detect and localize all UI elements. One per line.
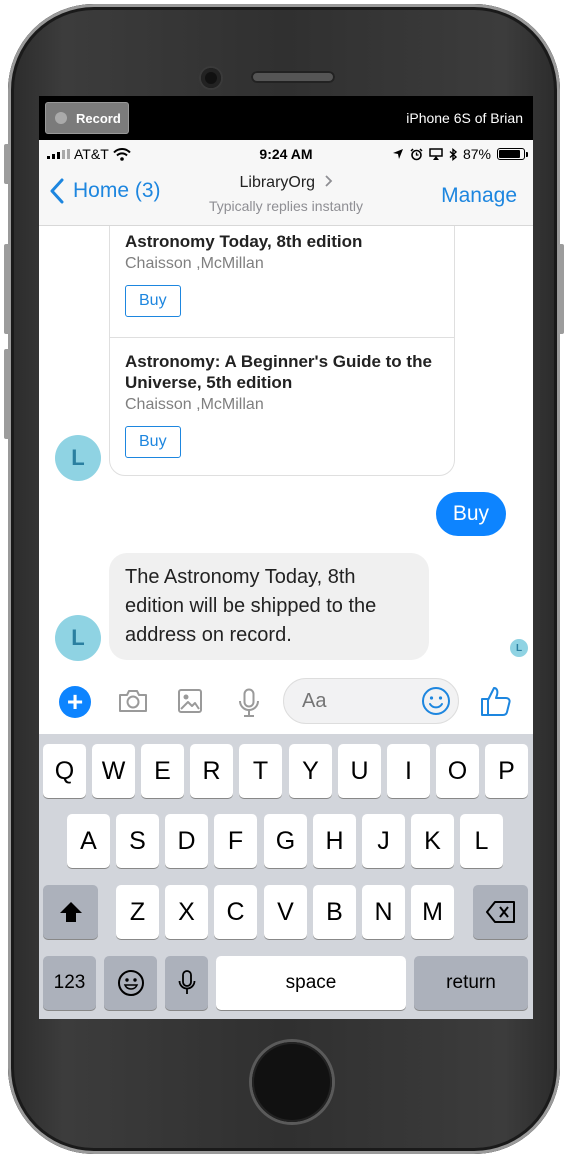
book-card: Astronomy Today, 8th edition Chaisson ,M… [110,231,454,317]
key-u[interactable]: U [338,744,381,798]
record-button[interactable]: Record [45,102,129,134]
mute-switch [4,144,10,184]
book-authors: Chaisson ,McMillan [125,255,264,272]
outgoing-message[interactable]: Buy [435,492,506,536]
earpiece-speaker [251,71,335,83]
thumbs-up-icon[interactable] [479,684,513,718]
key-t[interactable]: T [239,744,282,798]
key-w[interactable]: W [92,744,135,798]
microphone-icon[interactable] [237,688,261,718]
incoming-message[interactable]: The Astronomy Today, 8th edition will be… [109,553,429,660]
battery-icon [497,148,528,160]
camera-icon[interactable] [117,688,149,714]
battery-level [499,150,520,158]
home-button[interactable] [252,1042,332,1122]
avatar[interactable]: L [55,615,101,661]
key-n[interactable]: N [362,885,405,939]
power-button [558,244,564,334]
page-title: LibraryOrg [239,174,316,191]
key-k[interactable]: K [411,814,454,868]
seen-indicator: L [509,638,529,658]
buy-button[interactable]: Buy [125,426,181,458]
photo-icon[interactable] [177,688,203,714]
chevron-right-icon [324,175,332,187]
key-i[interactable]: I [387,744,430,798]
return-key[interactable]: return [414,956,528,1010]
emoji-icon [117,970,144,996]
airplay-icon [429,148,443,160]
record-label: Record [76,110,121,126]
avatar[interactable]: L [55,435,101,481]
shift-key[interactable] [43,885,98,939]
alarm-icon [410,147,423,160]
keyboard: Q W E R T Y U I O P A S D F G H J K L Z … [39,734,533,1019]
volume-down-button [4,349,10,439]
card-divider [110,337,454,338]
key-h[interactable]: H [313,814,356,868]
key-r[interactable]: R [190,744,233,798]
key-f[interactable]: F [214,814,257,868]
key-b[interactable]: B [313,885,356,939]
key-m[interactable]: M [411,885,454,939]
book-title: Astronomy Today, 8th edition [125,232,363,251]
key-g[interactable]: G [264,814,307,868]
key-v[interactable]: V [264,885,307,939]
emoji-key[interactable] [104,956,157,1010]
phone-screen: Record iPhone 6S of Brian AT&T 9:24 AM 8… [39,96,533,1019]
key-l[interactable]: L [460,814,503,868]
key-q[interactable]: Q [43,744,86,798]
message-composer: + [39,674,533,734]
space-key[interactable]: space [216,956,406,1010]
conversation-header: Home (3) LibraryOrg Typically replies in… [39,168,533,226]
plus-icon[interactable]: + [59,686,91,718]
status-bar: AT&T 9:24 AM 87% [39,140,533,168]
key-y[interactable]: Y [289,744,332,798]
numbers-key[interactable]: 123 [43,956,96,1010]
front-camera [201,68,221,88]
location-arrow-icon [392,149,403,159]
microphone-icon [178,970,195,994]
record-dot-icon [55,112,67,124]
bluetooth-icon [449,147,457,161]
key-e[interactable]: E [141,744,184,798]
key-z[interactable]: Z [116,885,159,939]
manage-button[interactable]: Manage [441,184,517,208]
delete-key[interactable] [473,885,528,939]
device-name: iPhone 6S of Brian [406,110,523,126]
message-thread[interactable]: Astronomy Today, 8th edition Chaisson ,M… [39,226,533,674]
key-x[interactable]: X [165,885,208,939]
recording-bar: Record iPhone 6S of Brian [39,96,533,140]
book-title: Astronomy: A Beginner's Guide to the Uni… [125,352,432,392]
book-carousel-card: Astronomy Today, 8th edition Chaisson ,M… [109,226,455,476]
dictation-key[interactable] [165,956,208,1010]
key-d[interactable]: D [165,814,208,868]
volume-up-button [4,244,10,334]
key-p[interactable]: P [485,744,528,798]
buy-button[interactable]: Buy [125,285,181,317]
backspace-icon [485,901,515,923]
key-o[interactable]: O [436,744,479,798]
key-j[interactable]: J [362,814,405,868]
key-a[interactable]: A [67,814,110,868]
book-authors: Chaisson ,McMillan [125,396,264,413]
key-c[interactable]: C [214,885,257,939]
emoji-icon[interactable] [421,686,451,716]
key-s[interactable]: S [116,814,159,868]
battery-percent: 87% [462,146,491,162]
shift-arrow-icon [59,902,82,922]
book-card: Astronomy: A Beginner's Guide to the Uni… [110,351,454,458]
